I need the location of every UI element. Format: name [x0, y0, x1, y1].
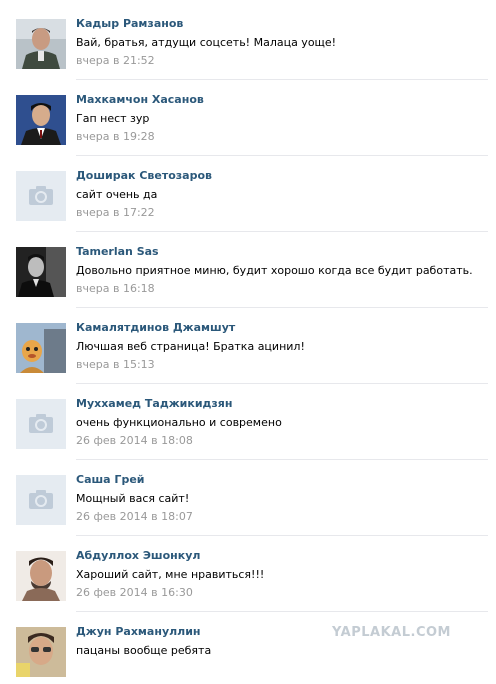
comment-text: Вай, братья, атдущи соцсеть! Малаца уоще… [76, 36, 337, 49]
comment-item: Махкамчон Хасанов Гап нест зур вчера в 19:… [0, 76, 496, 156]
comment-author-link[interactable]: Абдуллох Эшонкул [76, 549, 200, 562]
comment-text: Гап нест зур [76, 112, 150, 125]
comment-author-link[interactable]: Кадыр Рамзанов [76, 17, 183, 30]
comment-author-link[interactable]: Махкамчон Хасанов [76, 93, 204, 106]
comment-text: очень функционально и современо [76, 416, 282, 429]
avatar[interactable] [16, 551, 66, 601]
avatar[interactable] [16, 323, 66, 373]
avatar[interactable] [16, 19, 66, 69]
comment-text: Довольно приятное миню, будит хорошо ког… [76, 264, 473, 277]
comment-text: Мощный вася сайт! [76, 492, 190, 505]
comment-author-link[interactable]: Tamerlan Sas [76, 245, 159, 258]
comment-date-link[interactable]: вчера в 15:13 [76, 358, 155, 371]
comment-author-link[interactable]: Саша Грей [76, 473, 144, 486]
comment-item: Джун Рахмануллин пацаны вообще ребята [0, 608, 496, 684]
comment-item: Саша Грей Мощный вася сайт! 26 фев 2014 в … [0, 456, 496, 536]
camera-placeholder-icon[interactable] [16, 171, 66, 221]
avatar[interactable] [16, 95, 66, 145]
comment-item: Камалятдинов Джамшут Лючшая веб страница!… [0, 304, 496, 384]
camera-placeholder-icon[interactable] [16, 475, 66, 525]
comment-text: Хароший сайт, мне нравиться!!! [76, 568, 265, 581]
comment-item: Мухxамед Таджикидзян очень функционально … [0, 380, 496, 460]
avatar[interactable] [16, 247, 66, 297]
comment-text: Лючшая веб страница! Братка ацинил! [76, 340, 305, 353]
comment-author-link[interactable]: Джун Рахмануллин [76, 625, 201, 638]
comment-text: пацаны вообще ребята [76, 644, 212, 657]
comment-date-link[interactable]: вчера в 16:18 [76, 282, 155, 295]
watermark-logo: YAPLAKAL.COM [332, 625, 451, 640]
avatar[interactable] [16, 627, 66, 677]
comment-date-link[interactable]: вчера в 21:52 [76, 54, 155, 67]
comment-author-link[interactable]: Доширак Светозаров [76, 169, 212, 182]
comment-date-link[interactable]: вчера в 19:28 [76, 130, 155, 143]
comment-item: Кадыр Рамзанов Вай, братья, атдущи соцсет… [0, 0, 496, 80]
comment-date-link[interactable]: вчера в 17:22 [76, 206, 155, 219]
comment-date-link[interactable]: 26 фев 2014 в 18:08 [76, 434, 193, 447]
comment-item: Абдуллох Эшонкул Хароший сайт, мне нравит… [0, 532, 496, 612]
comment-date-link[interactable]: 26 фев 2014 в 18:07 [76, 510, 193, 523]
comment-item: Tamerlan Sas Довольно приятное миню, буди… [0, 228, 496, 308]
comment-author-link[interactable]: Мухxамед Таджикидзян [76, 397, 232, 410]
camera-placeholder-icon[interactable] [16, 399, 66, 449]
comment-item: Доширак Светозаров сайт очень да вчера в 1… [0, 152, 496, 232]
comment-author-link[interactable]: Камалятдинов Джамшут [76, 321, 235, 334]
comment-date-link[interactable]: 26 фев 2014 в 16:30 [76, 586, 193, 599]
comment-text: сайт очень да [76, 188, 158, 201]
